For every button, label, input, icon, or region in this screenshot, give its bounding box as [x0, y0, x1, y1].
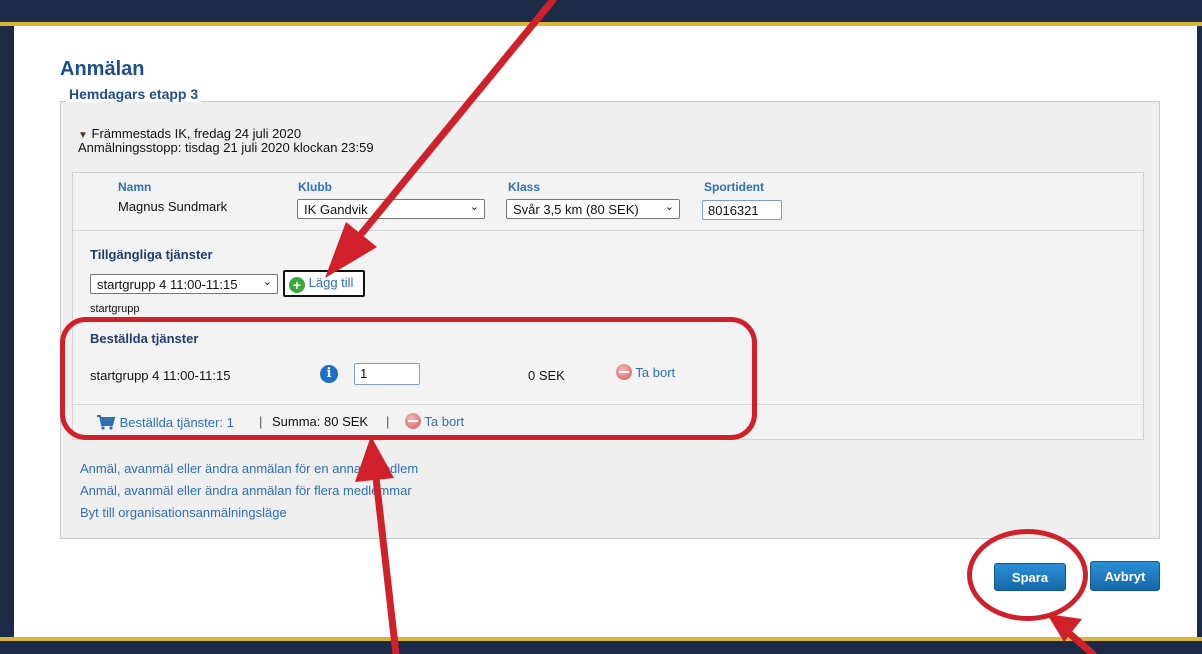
- header-class: Klass: [508, 180, 541, 194]
- class-select-value: Svår 3,5 km (80 SEK): [513, 202, 639, 217]
- event-details: Främmestads IK, fredag 24 juli 2020: [91, 126, 302, 141]
- service-caption: startgrupp: [90, 303, 140, 315]
- header-club: Klubb: [298, 180, 332, 194]
- service-select[interactable]: startgrupp 4 11:00-11:15 ⌄: [90, 274, 278, 294]
- registration-deadline: Anmälningsstopp: tisdag 21 juli 2020 klo…: [78, 140, 374, 155]
- header-sportident: Sportident: [704, 180, 764, 194]
- annotation-highlight-circle: [967, 529, 1088, 621]
- sportident-input[interactable]: 8016321: [702, 200, 782, 220]
- available-services-heading: Tillgängliga tjänster: [90, 247, 213, 262]
- link-organisation-mode[interactable]: Byt till organisationsanmälningsläge: [80, 505, 287, 520]
- annotation-highlight-box: [60, 317, 757, 440]
- event-expand-toggle[interactable]: ▼ Främmestads IK, fredag 24 juli 2020: [78, 126, 301, 141]
- bottom-accent-bar: [0, 637, 1202, 641]
- header-name: Namn: [118, 180, 152, 194]
- page-title: Anmälan: [60, 58, 145, 80]
- cancel-button[interactable]: Avbryt: [1090, 561, 1160, 591]
- runner-name: Magnus Sundmark: [118, 199, 228, 214]
- club-select-value: IK Gandvik: [304, 202, 368, 217]
- club-select[interactable]: IK Gandvik ⌄: [297, 199, 485, 219]
- add-service-label: Lägg till: [308, 275, 354, 290]
- link-multiple-members[interactable]: Anmäl, avanmäl eller ändra anmälan för f…: [80, 483, 412, 498]
- chevron-down-icon: ⌄: [664, 201, 674, 213]
- service-select-value: startgrupp 4 11:00-11:15: [97, 277, 238, 292]
- sportident-value: 8016321: [708, 203, 759, 218]
- chevron-down-icon: ⌄: [469, 201, 479, 213]
- divider: [73, 230, 1143, 231]
- add-service-button[interactable]: + Lägg till: [283, 270, 365, 297]
- plus-circle-icon: +: [289, 277, 305, 293]
- class-select[interactable]: Svår 3,5 km (80 SEK) ⌄: [506, 199, 680, 219]
- link-other-member[interactable]: Anmäl, avanmäl eller ändra anmälan för e…: [80, 461, 418, 476]
- event-legend: Hemdagars etapp 3: [66, 86, 202, 102]
- chevron-down-icon: ⌄: [262, 276, 272, 288]
